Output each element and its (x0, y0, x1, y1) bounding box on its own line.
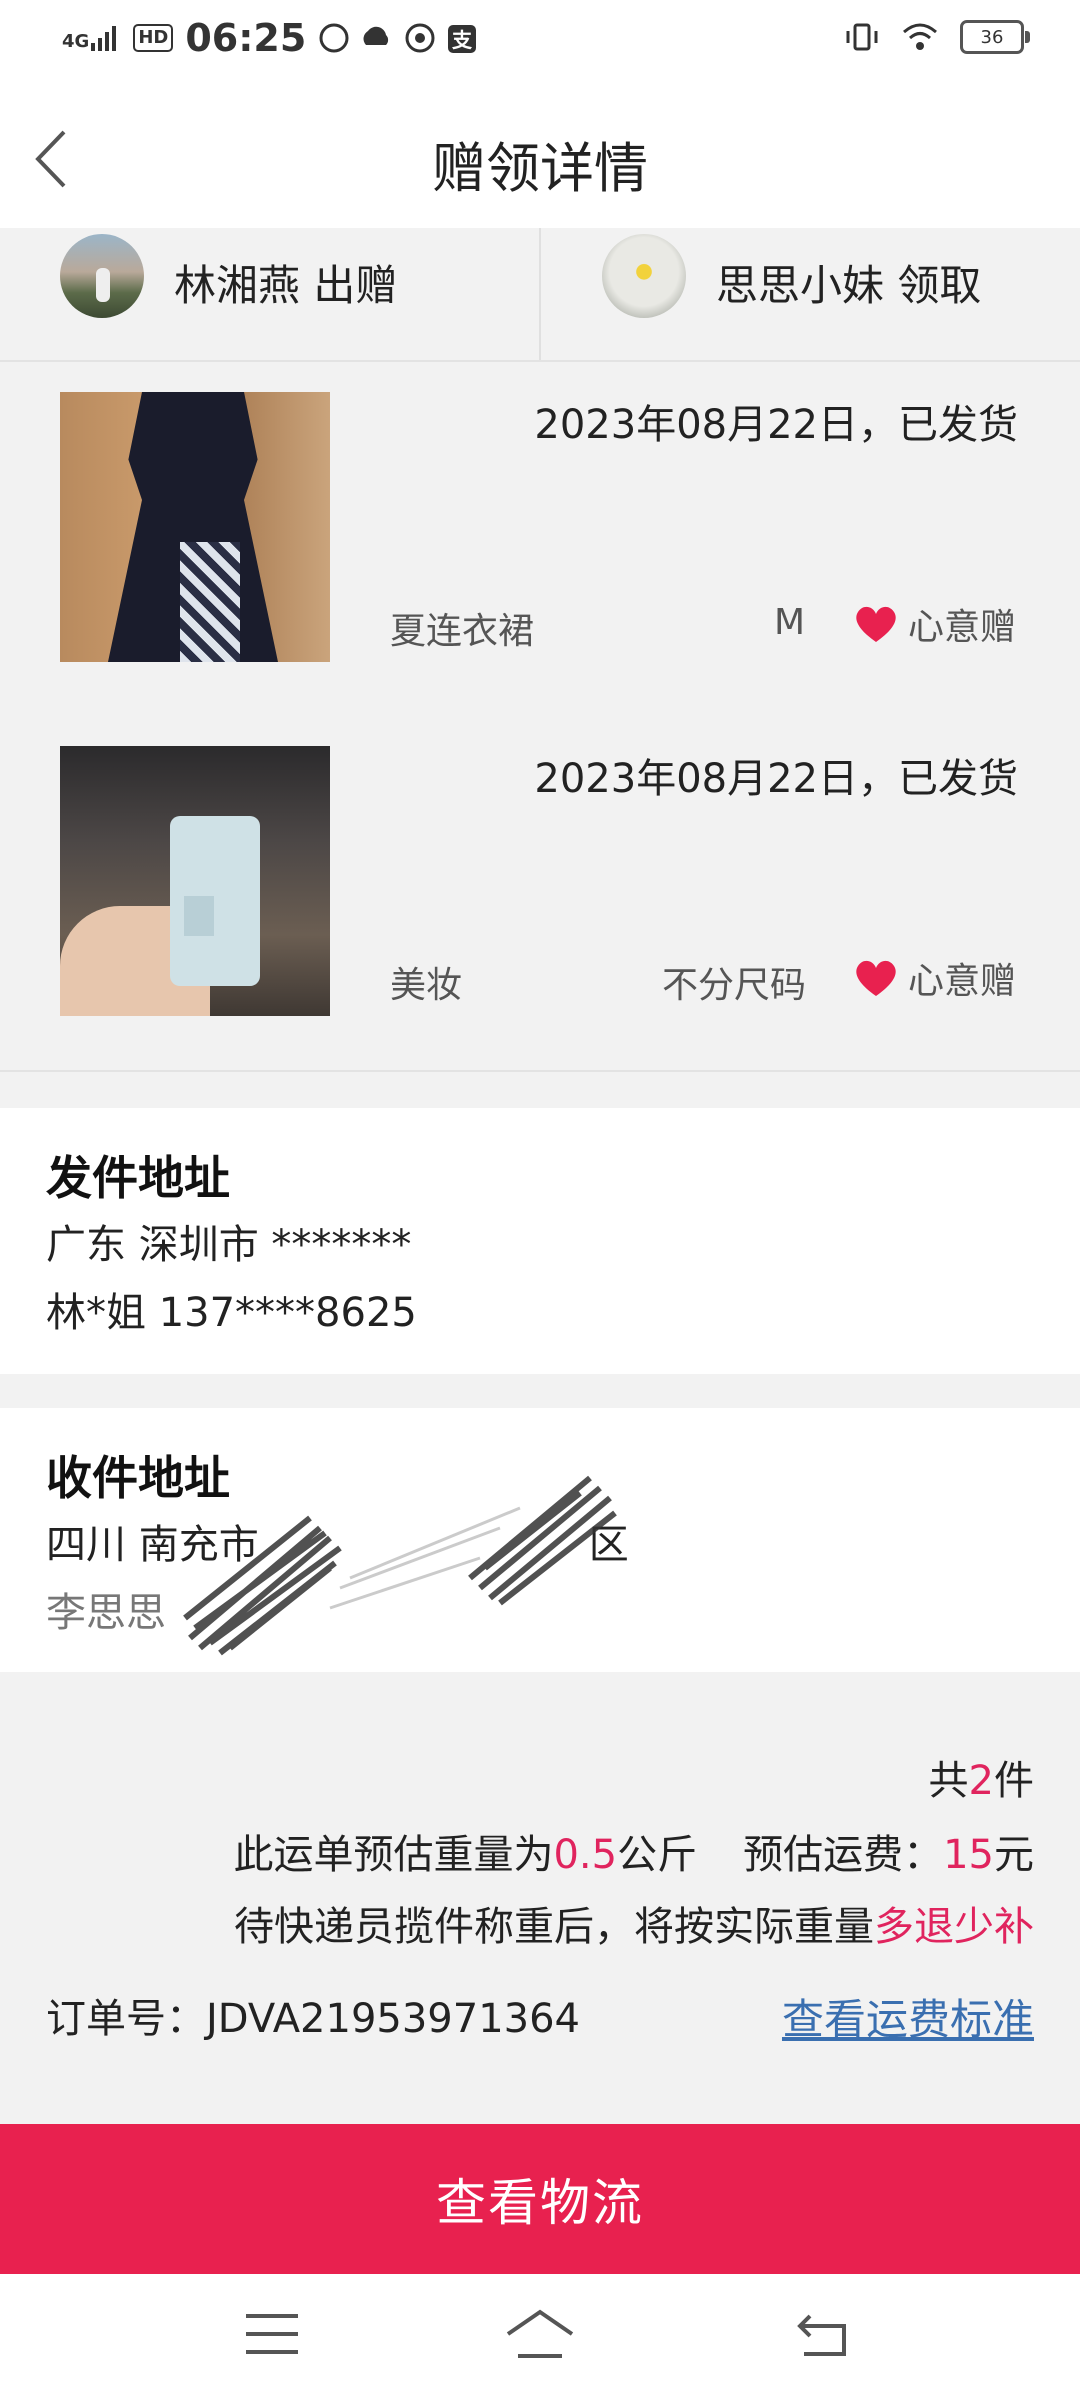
parties-row: 林湘燕 出赠 思思小妹 领取 (0, 228, 1080, 362)
item-count: 共2件 (929, 1748, 1034, 1806)
svg-text:支: 支 (452, 28, 473, 52)
item-card[interactable]: 2023年08月22日，已发货 美妆 不分尺码 心意赠 (0, 716, 1080, 1072)
redaction-scribble (183, 1475, 617, 1656)
weight-unit: 公斤 (617, 1832, 698, 1878)
wifi-icon (903, 23, 937, 50)
giver-label[interactable]: 林湘燕 出赠 (174, 252, 397, 313)
giver-avatar[interactable] (60, 234, 144, 318)
weight-prefix: 此运单预估重量为 (233, 1832, 554, 1878)
menu-icon[interactable] (244, 2312, 300, 2356)
party-divider (539, 228, 541, 360)
hd-badge: HD (133, 24, 174, 52)
sunscreen-thumbnail (60, 746, 330, 1016)
sender-address-section: 发件地址 广东 深圳市 ******* 林*姐 137****8625 (0, 1108, 1080, 1374)
order-number: 订单号：JDVA21953971364 (46, 1996, 581, 2042)
status-right: 36 (844, 20, 1030, 54)
count-prefix: 共 (928, 1758, 969, 1804)
item-category: 夏连衣裙 (390, 611, 535, 652)
fee-prefix: 预估运费： (743, 1832, 944, 1878)
item-date-status: 2023年08月22日，已发货 (534, 756, 1018, 802)
signal-icon (91, 26, 117, 51)
item-tag: 心意赠 (854, 598, 1016, 650)
note-highlight: 多退少补 (874, 1904, 1034, 1950)
system-nav-bar (0, 2274, 1080, 2400)
fee-value: 15 (943, 1832, 994, 1878)
weight-value: 0.5 (553, 1832, 618, 1878)
item-tag-label: 心意赠 (907, 607, 1016, 648)
weighing-note: 待快递员揽件称重后，将按实际重量多退少补 (234, 1894, 1034, 1952)
note-prefix: 待快递员揽件称重后，将按实际重量 (234, 1904, 874, 1950)
dress-thumbnail (60, 392, 330, 662)
fee-standard-link[interactable]: 查看运费标准 (782, 1986, 1034, 2047)
page-title: 赠领详情 (432, 137, 648, 200)
receiver-address-section: 收件地址 四川 南充市区 李思思 (0, 1408, 1080, 1672)
notification-icons: 支 (319, 23, 477, 53)
item-category: 美妆 (390, 965, 463, 1006)
item-tag-label: 心意赠 (907, 961, 1016, 1002)
item-date-status: 2023年08月22日，已发货 (534, 402, 1018, 448)
view-logistics-button[interactable]: 查看物流 (0, 2124, 1080, 2274)
battery-level: 36 (980, 26, 1004, 48)
home-icon[interactable] (504, 2308, 576, 2360)
heart-icon (856, 960, 896, 996)
item-card[interactable]: 2023年08月22日，已发货 夏连衣裙 M 心意赠 (0, 362, 1080, 718)
heart-icon (856, 606, 896, 642)
fee-unit: 元 (994, 1832, 1034, 1878)
status-bar: 4G HD 06:25 支 36 (0, 0, 1080, 84)
count-suffix: 件 (994, 1758, 1034, 1804)
weight-fee-line: 此运单预估重量为0.5公斤 预估运费：15元 (233, 1822, 1034, 1880)
item-tag: 心意赠 (854, 952, 1016, 1004)
item-size: M (774, 602, 806, 643)
network-indicator: 4G (62, 25, 121, 51)
item-size: 不分尺码 (662, 965, 807, 1006)
sender-region: 广东 深圳市 ******* (46, 1222, 412, 1268)
status-left: 4G HD 06:25 支 (62, 16, 488, 60)
clock: 06:25 (185, 16, 307, 60)
vibrate-icon (846, 23, 878, 51)
receiver-label[interactable]: 思思小妹 领取 (716, 252, 981, 313)
receiver-avatar[interactable] (602, 234, 686, 318)
sender-contact: 林*姐 137****8625 (46, 1290, 417, 1336)
back-nav-icon[interactable] (794, 2310, 850, 2358)
receiver-contact: 李思思 (46, 1590, 166, 1636)
app-header: 赠领详情 (0, 84, 1080, 228)
count-value: 2 (968, 1758, 994, 1804)
network-label: 4G (62, 31, 90, 52)
sender-address-title: 发件地址 (46, 1151, 230, 1205)
battery-icon: 36 (960, 20, 1030, 54)
